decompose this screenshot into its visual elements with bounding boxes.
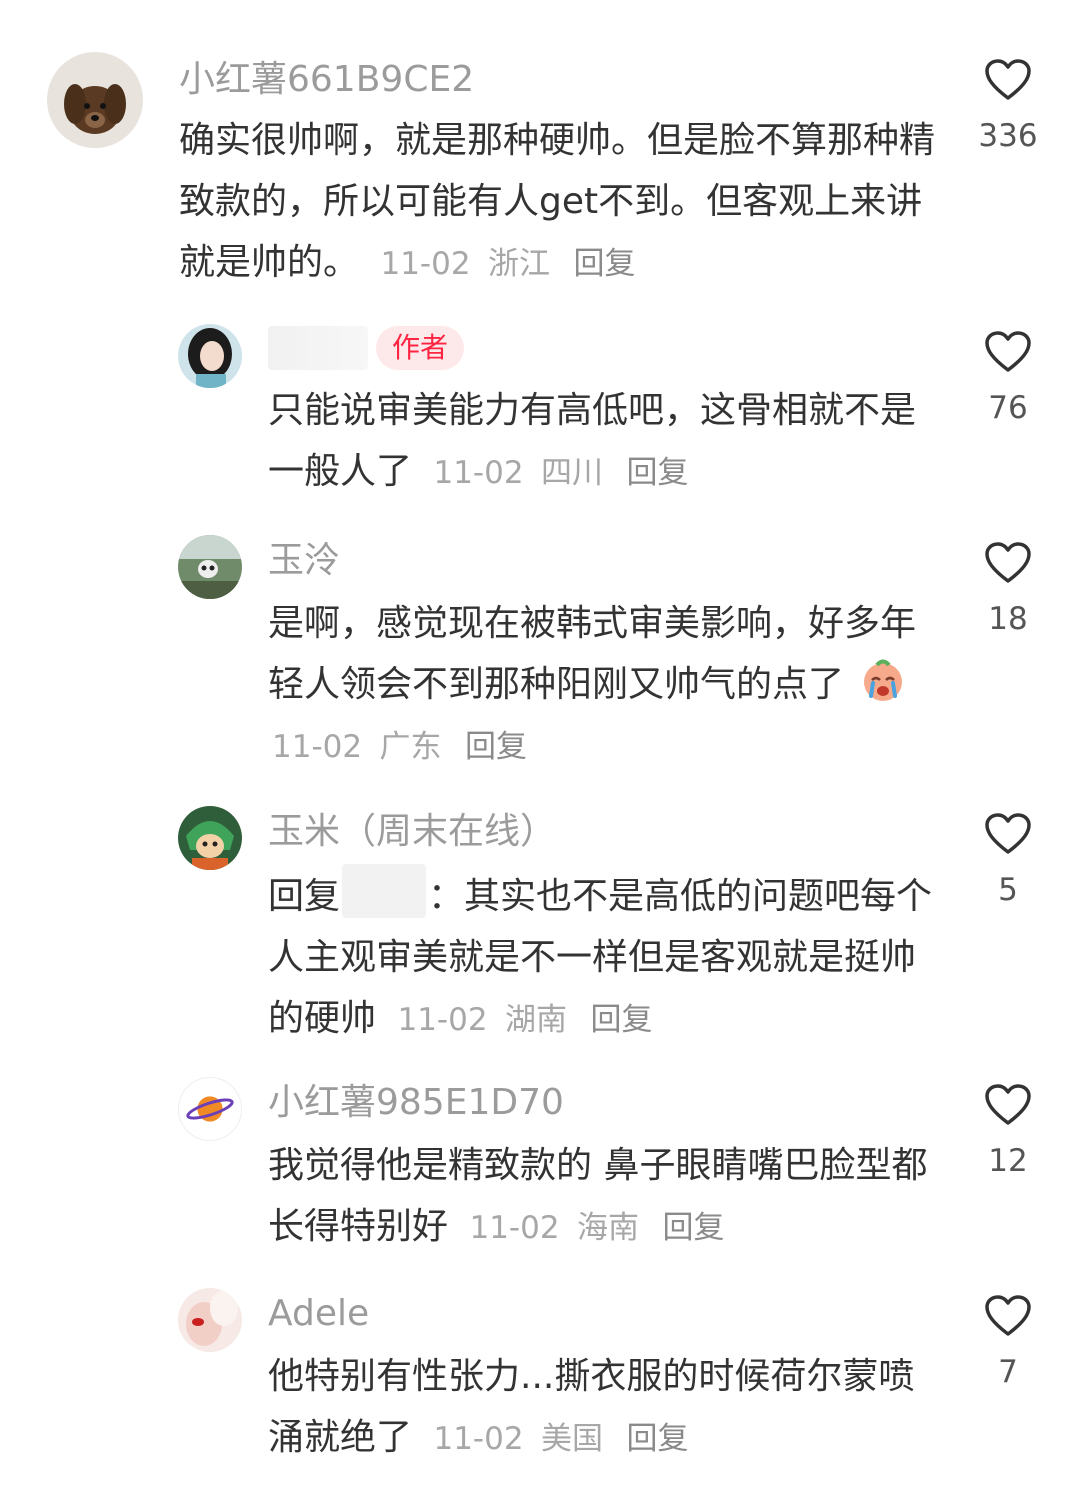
comment-content: 玉米（周末在线） 回复 ：其实也不是高低的问题吧每个人主观审美就是不一样但是客观就… (268, 808, 948, 1051)
username[interactable] (268, 326, 368, 370)
reply-button[interactable]: 回复 (465, 729, 527, 765)
username-row: 作者 (268, 326, 948, 370)
heart-outline-icon[interactable] (968, 58, 1048, 102)
comment-content: 小红薯661B9CE2 确实很帅啊，就是那种硬帅。但是脸不算那种精致款的，所以可… (179, 56, 939, 295)
heart-outline-icon[interactable] (968, 812, 1048, 856)
comment-text: 他特别有性张力...撕衣服的时候荷尔蒙喷涌就绝了 11-02 美国 回复 (268, 1346, 948, 1470)
comment-date: 11-02 (433, 1421, 524, 1457)
like-button[interactable]: 7 (968, 1294, 1048, 1392)
mentioned-user[interactable] (342, 864, 427, 918)
comment-content: 玉泠 是啊，感觉现在被韩式审美影响，好多年轻人领会不到那种阳刚又帅气的点了 11… (268, 537, 948, 778)
username[interactable]: 玉米（周末在线） (268, 808, 948, 856)
comment-content: Adele 他特别有性张力...撕衣服的时候荷尔蒙喷涌就绝了 11-02 美国 … (268, 1290, 948, 1470)
comment-date: 11-02 (469, 1210, 560, 1246)
avatar[interactable] (178, 1077, 242, 1141)
username[interactable]: 小红薯985E1D70 (268, 1079, 948, 1127)
comment-text: 是啊，感觉现在被韩式审美影响，好多年轻人领会不到那种阳刚又帅气的点了 11-02… (268, 593, 948, 778)
comment-date: 11-02 (380, 246, 471, 282)
comment-body: 是啊，感觉现在被韩式审美影响，好多年轻人领会不到那种阳刚又帅气的点了 (268, 603, 917, 705)
avatar[interactable] (47, 52, 143, 148)
reply-button[interactable]: 回复 (662, 1210, 724, 1246)
heart-outline-icon[interactable] (968, 541, 1048, 585)
comment-location: 四川 (541, 455, 604, 491)
avatar[interactable] (178, 324, 242, 388)
comment-content: 小红薯985E1D70 我觉得他是精致款的 鼻子眼睛嘴巴脸型都长得特别好 11-… (268, 1079, 948, 1259)
username[interactable]: 玉泠 (268, 537, 948, 585)
heart-outline-icon[interactable] (968, 330, 1048, 374)
like-count: 18 (988, 601, 1028, 637)
like-button[interactable]: 336 (968, 58, 1048, 156)
like-count: 12 (988, 1143, 1028, 1179)
reply-button[interactable]: 回复 (626, 455, 688, 491)
comment-location: 海南 (577, 1210, 640, 1246)
comment-location: 浙江 (488, 246, 551, 282)
comment-body: 确实很帅啊，就是那种硬帅。但是脸不算那种精致款的，所以可能有人get不到。但客观… (179, 120, 936, 283)
comment-date: 11-02 (397, 1002, 488, 1038)
heart-outline-icon[interactable] (968, 1294, 1048, 1338)
comment-text: 只能说审美能力有高低吧，这骨相就不是一般人了 11-02 四川 回复 (268, 380, 948, 504)
like-count: 336 (978, 118, 1038, 154)
like-button[interactable]: 5 (968, 812, 1048, 910)
comment-text: 我觉得他是精致款的 鼻子眼睛嘴巴脸型都长得特别好 11-02 海南 回复 (268, 1135, 948, 1259)
username[interactable]: 小红薯661B9CE2 (179, 56, 939, 104)
like-button[interactable]: 76 (968, 330, 1048, 428)
reply-prefix: 回复 (268, 876, 341, 917)
comment-date: 11-02 (272, 729, 363, 765)
username[interactable]: Adele (268, 1290, 948, 1338)
comment-location: 美国 (541, 1421, 604, 1457)
heart-outline-icon[interactable] (968, 1083, 1048, 1127)
comment-text: 回复 ：其实也不是高低的问题吧每个人主观审美就是不一样但是客观就是挺帅的硬帅 11… (268, 864, 948, 1051)
author-badge: 作者 (376, 326, 465, 370)
avatar[interactable] (178, 535, 242, 599)
comment-location: 湖南 (505, 1002, 568, 1038)
like-button[interactable]: 18 (968, 541, 1048, 639)
reply-button[interactable]: 回复 (626, 1421, 688, 1457)
reply-button[interactable]: 回复 (573, 246, 635, 282)
like-button[interactable]: 12 (968, 1083, 1048, 1181)
avatar[interactable] (178, 806, 242, 870)
crying-emoji (859, 656, 907, 704)
like-count: 7 (998, 1354, 1018, 1390)
like-count: 76 (988, 390, 1028, 426)
comment-content: 作者 只能说审美能力有高低吧，这骨相就不是一般人了 11-02 四川 回复 (268, 326, 948, 504)
like-count: 5 (998, 872, 1018, 908)
comment-date: 11-02 (433, 455, 524, 491)
avatar[interactable] (178, 1288, 242, 1352)
reply-button[interactable]: 回复 (590, 1002, 652, 1038)
comment-text: 确实很帅啊，就是那种硬帅。但是脸不算那种精致款的，所以可能有人get不到。但客观… (179, 110, 939, 295)
comment-location: 广东 (379, 729, 442, 765)
